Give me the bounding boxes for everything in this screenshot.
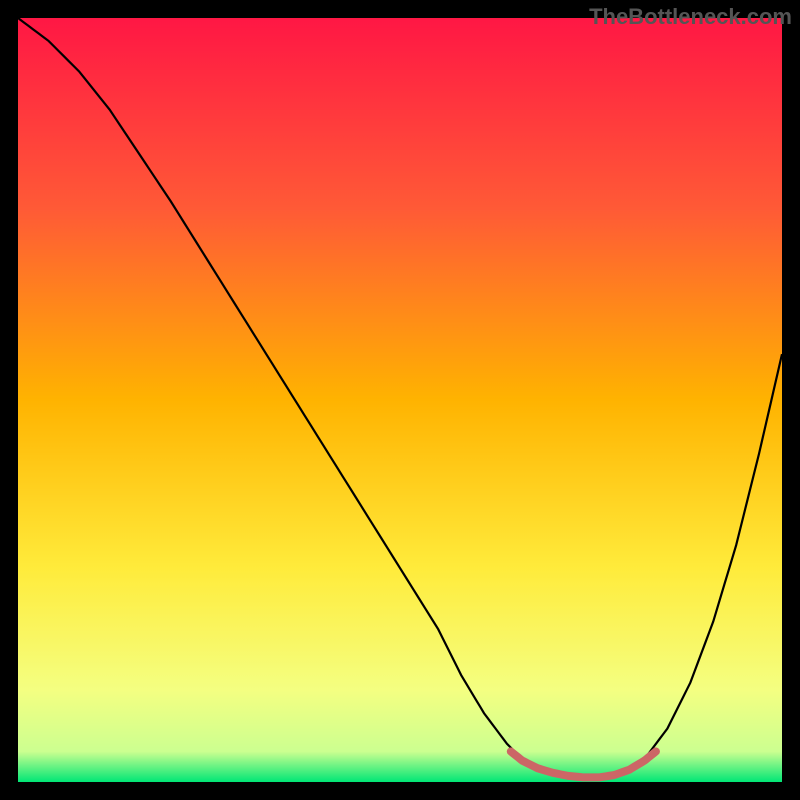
watermark-text: TheBottleneck.com	[589, 4, 792, 30]
chart-container: TheBottleneck.com	[0, 0, 800, 800]
plot-area	[18, 18, 782, 782]
chart-svg	[18, 18, 782, 782]
gradient-background	[18, 18, 782, 782]
